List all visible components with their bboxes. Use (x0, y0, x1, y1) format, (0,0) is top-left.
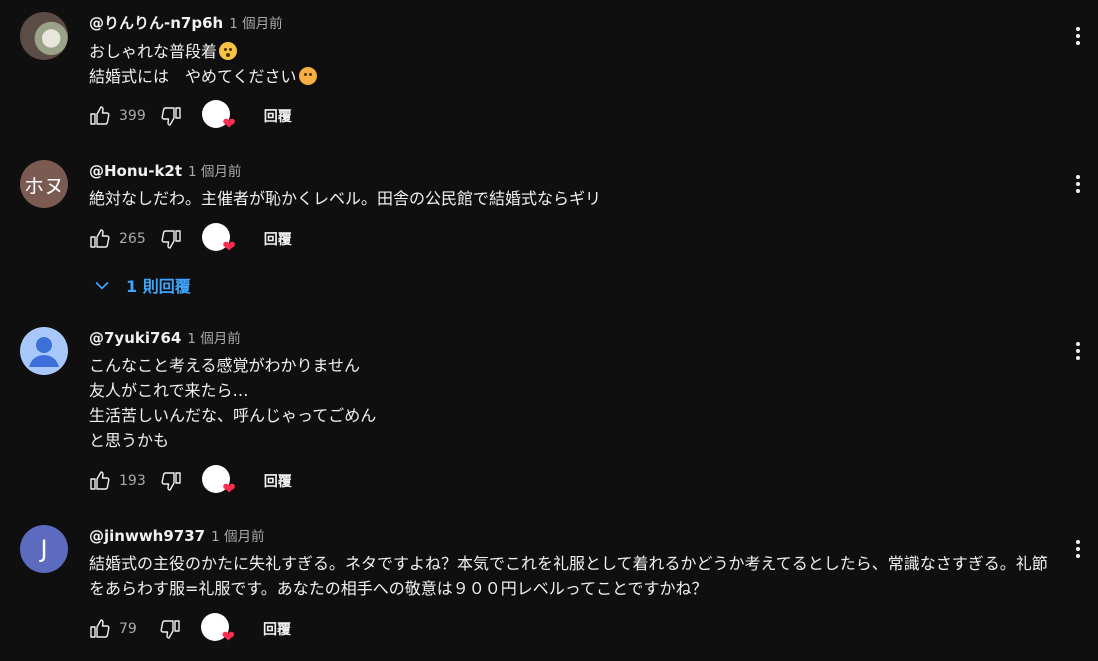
show-replies-button[interactable]: 1 則回覆 (92, 273, 191, 297)
thumb-down-icon[interactable] (160, 469, 184, 493)
comment-line: 友人がこれで来たら… (89, 381, 249, 400)
like-count: 193 (119, 473, 146, 489)
comment-text: おしゃれな普段着 結婚式には やめてください (89, 39, 317, 89)
astonished-face-icon (219, 42, 238, 60)
thumb-up-icon[interactable] (87, 617, 111, 641)
avatar-initials: J (40, 535, 48, 563)
more-vert-icon[interactable] (1066, 339, 1090, 363)
comment-text: 絶対なしだわ。主催者が恥かくレベル。田舎の公民館で結婚式ならギリ (89, 186, 601, 211)
comment-text: こんなこと考える感覚がわかりません 友人がこれで来たら… 生活苦しいんだな、呼ん… (89, 353, 376, 453)
like-count: 265 (119, 231, 146, 247)
reply-button[interactable]: 回覆 (264, 471, 292, 491)
more-vert-icon[interactable] (1066, 24, 1090, 48)
comment-time[interactable]: 1 個月前 (211, 525, 264, 545)
avatar[interactable] (20, 12, 68, 60)
creator-heart-icon: ❤ (201, 613, 235, 645)
comment-header: @Honu-k2t 1 個月前 (89, 160, 241, 180)
replies-count-label: 1 則回覆 (126, 277, 191, 296)
comment-line: 結婚式には やめてください (89, 67, 297, 86)
comment-header: @7yuki764 1 個月前 (89, 327, 241, 347)
comment-line: こんなこと考える感覚がわかりません (89, 356, 361, 375)
thumb-down-icon[interactable] (160, 227, 184, 251)
comment-line: 絶対なしだわ。主催者が恥かくレベル。田舎の公民館で結婚式ならギリ (89, 189, 602, 208)
like-count: 79 (119, 621, 137, 637)
reply-button[interactable]: 回覆 (263, 619, 291, 639)
creator-heart-icon: ❤ (201, 465, 236, 497)
thumb-up-icon[interactable] (87, 227, 111, 251)
comment-time[interactable]: 1 個月前 (187, 327, 240, 347)
creator-heart-icon: ❤ (201, 100, 236, 132)
author-name[interactable]: @jinwwh9737 (89, 527, 205, 545)
creator-heart-icon: ❤ (201, 223, 236, 255)
thumb-up-icon[interactable] (87, 469, 111, 493)
author-name[interactable]: @7yuki764 (89, 329, 181, 347)
avatar-initials: ホヌ (24, 173, 64, 198)
comment-text: 結婚式の主役のかたに失礼すぎる。ネタですよね？本気でこれを礼服として着れるかどう… (89, 551, 1049, 601)
like-count: 399 (119, 108, 146, 124)
avatar[interactable]: ホヌ (20, 160, 68, 208)
default-user-icon (29, 337, 59, 367)
reply-button[interactable]: 回覆 (264, 106, 292, 126)
author-name[interactable]: @りんりん-n7p6h (89, 12, 223, 33)
comment-time[interactable]: 1 個月前 (188, 160, 241, 180)
comment-line: と思うかも (89, 431, 170, 450)
avatar[interactable] (20, 327, 68, 375)
more-vert-icon[interactable] (1066, 537, 1090, 561)
confounded-face-icon (298, 67, 317, 85)
thumb-up-icon[interactable] (87, 104, 111, 128)
comment-line: おしゃれな普段着 (89, 42, 218, 61)
avatar[interactable]: J (20, 525, 68, 573)
comment-line: 結婚式の主役のかたに失礼すぎる。ネタですよね？本気でこれを礼服として着れるかどう… (89, 554, 1048, 598)
author-name[interactable]: @Honu-k2t (89, 162, 182, 180)
chevron-down-icon (95, 281, 109, 290)
comment-header: @jinwwh9737 1 個月前 (89, 525, 265, 545)
more-vert-icon[interactable] (1066, 172, 1090, 196)
comment-header: @りんりん-n7p6h 1 個月前 (89, 12, 283, 32)
comment-actions: 265 ❤ 回覆 (87, 223, 292, 255)
comment-line: 生活苦しいんだな、呼んじゃってごめん (89, 406, 377, 425)
comment-actions: 193 ❤ 回覆 (87, 465, 292, 497)
comment-time[interactable]: 1 個月前 (229, 12, 282, 32)
comment-actions: 79 ❤ 回覆 (87, 613, 291, 645)
comment-actions: 399 ❤ 回覆 (87, 100, 292, 132)
thumb-down-icon[interactable] (160, 104, 184, 128)
thumb-down-icon[interactable] (159, 617, 183, 641)
reply-button[interactable]: 回覆 (264, 229, 292, 249)
